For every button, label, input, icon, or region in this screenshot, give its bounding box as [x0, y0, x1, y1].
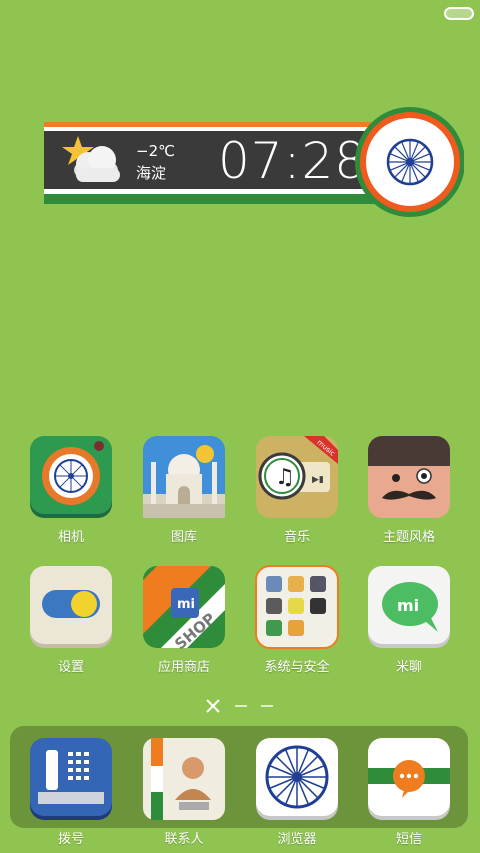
app-label: 联系人 [164, 832, 204, 847]
shop-bag-icon: mi SHOP [143, 566, 225, 653]
mitalk-chat-icon: mi [368, 566, 450, 648]
app-label: 主题风格 [382, 530, 435, 545]
app-gallery[interactable]: 图库 [129, 434, 239, 545]
ashoka-chakra-badge-icon [355, 107, 464, 217]
app-label: 音乐 [283, 530, 310, 545]
svg-text:mi: mi [397, 596, 419, 615]
page-indicator[interactable] [205, 698, 285, 716]
browser-chakra-icon [256, 738, 338, 820]
page-dot [235, 705, 247, 707]
app-label: 相机 [57, 530, 84, 545]
partly-cloudy-icon [62, 136, 120, 182]
app-label: 应用商店 [157, 660, 210, 675]
dock-app-messages[interactable]: 短信 [354, 736, 464, 847]
page-dot [261, 705, 273, 707]
app-folder-icon [255, 565, 339, 649]
app-label: 设置 [57, 660, 84, 675]
contacts-book-icon [143, 738, 225, 820]
app-camera[interactable]: 相机 [16, 434, 126, 545]
app-label: 短信 [395, 832, 422, 847]
temperature-text: −2℃ [136, 142, 175, 160]
app-app-store[interactable]: mi SHOP 应用商店 [129, 564, 239, 675]
dock-app-dialer[interactable]: 拨号 [16, 736, 126, 847]
mustache-man-icon [368, 436, 450, 518]
app-system-security[interactable]: 系统与安全 [242, 564, 352, 675]
clock-time: 07:28 [218, 132, 368, 190]
taj-mahal-gallery-icon [143, 436, 225, 518]
music-icon: ♫ ▶▮ music [256, 436, 338, 518]
svg-text:mi: mi [177, 597, 195, 612]
app-settings[interactable]: 设置 [16, 564, 126, 675]
app-label: 拨号 [57, 832, 84, 847]
app-label: 米聊 [395, 660, 422, 675]
app-label: 图库 [170, 530, 197, 545]
home-page-icon [206, 699, 220, 713]
svg-text:♫: ♫ [275, 465, 295, 490]
messages-icon [368, 738, 450, 820]
dock-app-browser[interactable]: 浏览器 [242, 736, 352, 847]
status-bar-indicator [444, 7, 474, 20]
svg-text:▶▮: ▶▮ [312, 475, 324, 485]
app-label: 浏览器 [277, 832, 317, 847]
app-label: 系统与安全 [264, 660, 330, 675]
phone-dialer-icon [30, 738, 112, 820]
app-music[interactable]: ♫ ▶▮ music 音乐 [242, 434, 352, 545]
toggle-settings-icon [30, 566, 112, 648]
camera-icon [30, 436, 112, 518]
app-mitalk[interactable]: mi 米聊 [354, 564, 464, 675]
dock-app-contacts[interactable]: 联系人 [129, 736, 239, 847]
app-themes[interactable]: 主题风格 [354, 434, 464, 545]
weather-clock-widget[interactable]: −2℃ 海淀 07:28 [44, 104, 464, 220]
city-text: 海淀 [136, 164, 167, 182]
